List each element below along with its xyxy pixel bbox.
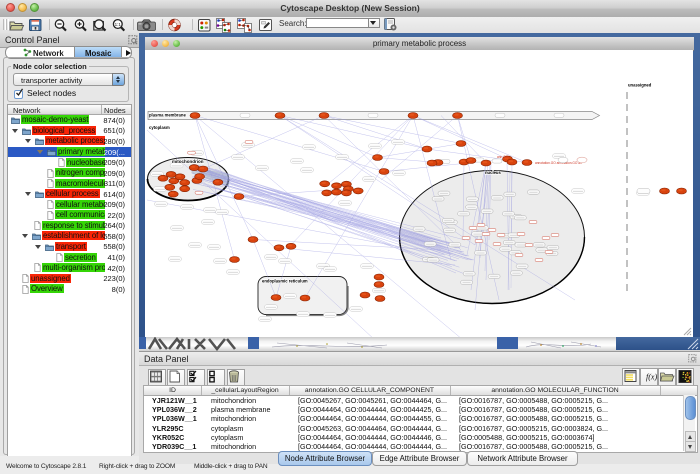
svg-text:mitochondrion: mitochondrion — [172, 159, 204, 164]
svg-text:nucleus: nucleus — [485, 170, 501, 175]
svg-text:cytoplasm: cytoplasm — [149, 125, 170, 130]
svg-text:unassigned: unassigned — [628, 83, 652, 88]
svg-text:endoplasmic reticulum: endoplasmic reticulum — [262, 279, 308, 284]
svg-text:1:1: 1:1 — [115, 22, 122, 27]
svg-text:f(x): f(x) — [646, 373, 657, 382]
svg-text:ann.GO: ann.GO — [497, 155, 509, 159]
svg-text:plasma membrane: plasma membrane — [149, 113, 186, 118]
